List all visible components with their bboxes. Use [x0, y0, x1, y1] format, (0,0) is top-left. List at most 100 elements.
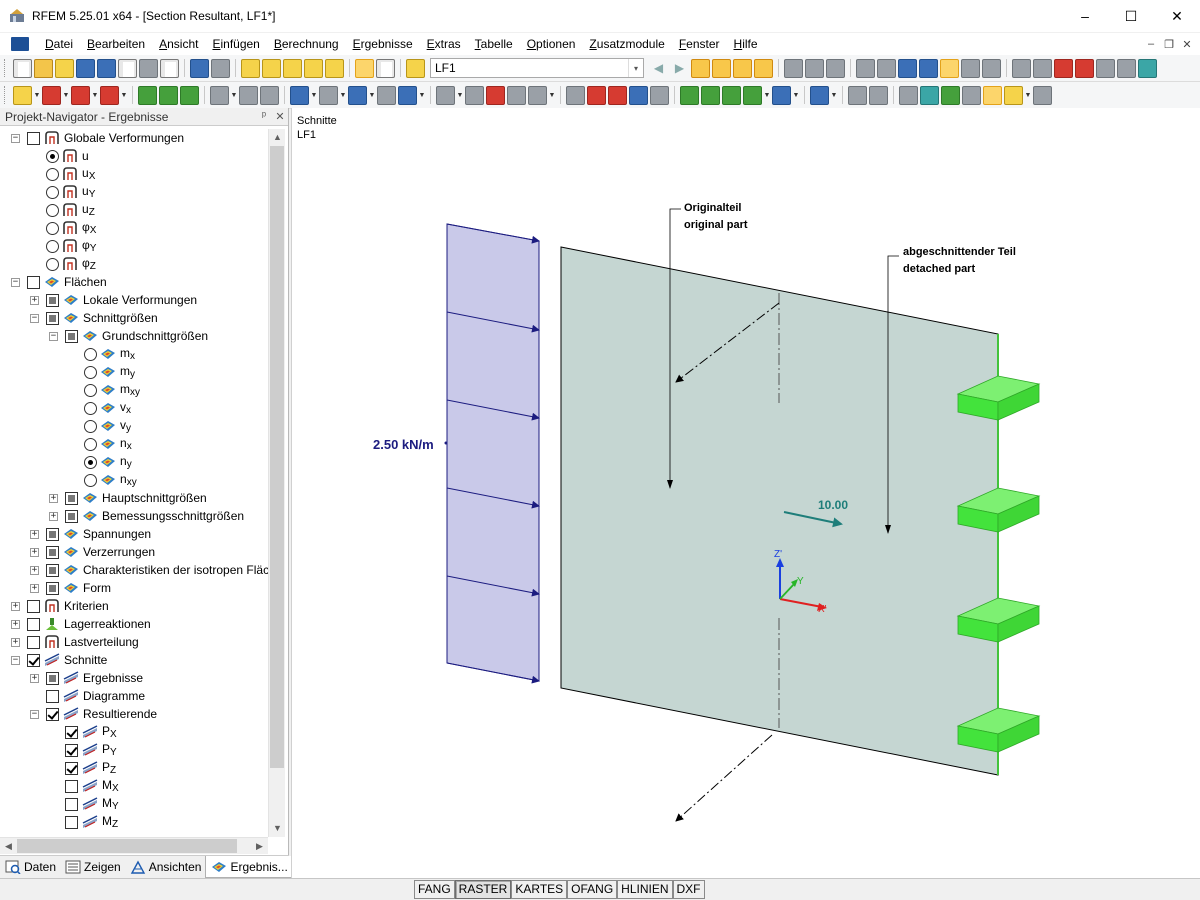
layout-icon[interactable] — [1004, 85, 1023, 105]
tree-item[interactable]: mx — [68, 345, 135, 363]
collapse-icon[interactable]: − — [49, 331, 58, 341]
view-cut-icon[interactable] — [919, 58, 938, 78]
tree-checkbox[interactable] — [46, 527, 59, 541]
measure-icon[interactable] — [982, 58, 1001, 78]
tree-item[interactable]: + Spannungen — [30, 525, 151, 543]
insert-hinge-icon[interactable] — [159, 85, 178, 105]
tree-checkbox[interactable] — [65, 509, 78, 523]
mesh-icon[interactable] — [877, 58, 896, 78]
tree-checkbox[interactable] — [65, 779, 78, 793]
tree-item[interactable]: u — [30, 147, 89, 165]
export-icon[interactable] — [1138, 58, 1157, 78]
load-surface-icon[interactable] — [486, 85, 505, 105]
tree-item[interactable]: − Schnitte — [11, 651, 107, 669]
tree-radio[interactable] — [84, 383, 97, 397]
surface-results-icon[interactable] — [826, 58, 845, 78]
section-active-icon[interactable] — [940, 58, 959, 78]
chevron-down-icon[interactable]: ▼ — [763, 86, 771, 105]
tab-show[interactable]: Zeigen — [60, 856, 125, 878]
view-y-icon[interactable] — [701, 85, 720, 105]
menu-ergebnisse[interactable]: Ergebnisse — [346, 33, 420, 55]
menu-ansicht[interactable]: Ansicht — [152, 33, 205, 55]
toolbar-grip[interactable] — [4, 59, 8, 77]
tree-checkbox[interactable] — [46, 545, 59, 559]
view-section-icon[interactable] — [898, 58, 917, 78]
menu-zusatzmodule[interactable]: Zusatzmodule — [582, 33, 671, 55]
member-results-icon[interactable] — [805, 58, 824, 78]
tree-item[interactable]: + Hauptschnittgrößen — [49, 489, 207, 507]
block-icon[interactable] — [348, 85, 367, 105]
chevron-down-icon[interactable]: ▼ — [230, 86, 238, 105]
collapse-icon[interactable]: − — [30, 313, 39, 323]
load-member-icon[interactable] — [465, 85, 484, 105]
expand-icon[interactable]: + — [30, 529, 39, 539]
maximize-button[interactable]: ☐ — [1108, 0, 1154, 32]
shading-icon[interactable] — [869, 85, 888, 105]
close-button[interactable]: ✕ — [1154, 0, 1200, 32]
guide-line-icon[interactable] — [260, 85, 279, 105]
tree-checkbox[interactable] — [46, 671, 59, 685]
toolbar-grip[interactable] — [4, 86, 8, 104]
tree-checkbox[interactable] — [27, 635, 40, 649]
tree-item[interactable]: + Verzerrungen — [30, 543, 155, 561]
dxf-toggle-button[interactable]: DXF — [672, 880, 705, 899]
load-node-icon[interactable] — [436, 85, 455, 105]
tree-radio[interactable] — [84, 365, 97, 379]
menu-einfuegen[interactable]: Einfügen — [205, 33, 266, 55]
tree-radio[interactable] — [46, 167, 59, 181]
tree-checkbox[interactable] — [46, 707, 59, 721]
insert-line-icon[interactable] — [42, 85, 61, 105]
load-free-icon[interactable] — [507, 85, 526, 105]
expand-icon[interactable]: + — [11, 619, 20, 629]
expand-icon[interactable]: + — [30, 547, 39, 557]
tree-item[interactable]: ny — [68, 453, 132, 471]
mdi-close-button[interactable]: ✕ — [1178, 38, 1196, 51]
grid-toggle-button[interactable]: RASTER — [454, 880, 512, 899]
menu-extras[interactable]: Extras — [420, 33, 468, 55]
calculate-all-icon[interactable] — [283, 58, 302, 78]
tree-item[interactable]: + Lokale Verformungen — [30, 291, 197, 309]
cartesian-toggle-button[interactable]: KARTES — [511, 880, 568, 899]
scroll-left-icon[interactable]: ◀ — [0, 838, 17, 855]
link-icon[interactable] — [1012, 58, 1031, 78]
insert-node-icon[interactable] — [13, 85, 32, 105]
rfem-app-icon[interactable] — [9, 8, 25, 24]
tree-radio[interactable] — [46, 257, 59, 271]
expand-icon[interactable]: + — [30, 673, 39, 683]
tree-item[interactable]: MX — [49, 777, 119, 795]
chevron-down-icon[interactable]: ▼ — [792, 86, 800, 105]
tree-item[interactable]: φY — [30, 237, 96, 255]
tree-item[interactable]: PY — [49, 741, 117, 759]
close-icon[interactable]: ✕ — [272, 110, 288, 123]
tree-radio[interactable] — [84, 473, 97, 487]
tree-item[interactable]: + Charakteristiken der isotropen Fläc — [30, 561, 268, 579]
tree-item[interactable]: Diagramme — [30, 687, 145, 705]
menu-optionen[interactable]: Optionen — [520, 33, 583, 55]
model-canvas[interactable]: 2.50 kN/m Originalteil original part abg… — [292, 108, 1200, 878]
menu-fenster[interactable]: Fenster — [672, 33, 727, 55]
guidelines-toggle-button[interactable]: HLINIEN — [617, 880, 673, 899]
tree-item[interactable]: + Ergebnisse — [30, 669, 143, 687]
collapse-icon[interactable]: − — [11, 277, 20, 287]
tree-checkbox[interactable] — [65, 329, 78, 343]
member-view-icon[interactable] — [848, 85, 867, 105]
tree-item[interactable]: vy — [68, 417, 131, 435]
tree-item[interactable]: PZ — [49, 759, 116, 777]
coordinate-icon[interactable] — [239, 85, 258, 105]
view-z-icon[interactable] — [722, 85, 741, 105]
new-file-icon[interactable] — [13, 58, 32, 78]
chevron-down-icon[interactable]: ▼ — [548, 86, 556, 105]
calculate-icon[interactable] — [262, 58, 281, 78]
open-folder-icon[interactable] — [34, 58, 53, 78]
settings-icon[interactable] — [1096, 58, 1115, 78]
chevron-down-icon[interactable]: ▼ — [418, 86, 426, 105]
redo-icon[interactable] — [211, 58, 230, 78]
menu-datei[interactable]: Datei — [38, 33, 80, 55]
tree-radio[interactable] — [84, 437, 97, 451]
document-window-icon[interactable] — [11, 37, 29, 51]
collapse-icon[interactable]: − — [11, 133, 20, 143]
chevron-down-icon[interactable]: ▼ — [310, 86, 318, 105]
expand-icon[interactable]: + — [11, 601, 20, 611]
toolbar-overflow-icon[interactable] — [1117, 58, 1136, 78]
minimize-button[interactable]: – — [1062, 0, 1108, 32]
